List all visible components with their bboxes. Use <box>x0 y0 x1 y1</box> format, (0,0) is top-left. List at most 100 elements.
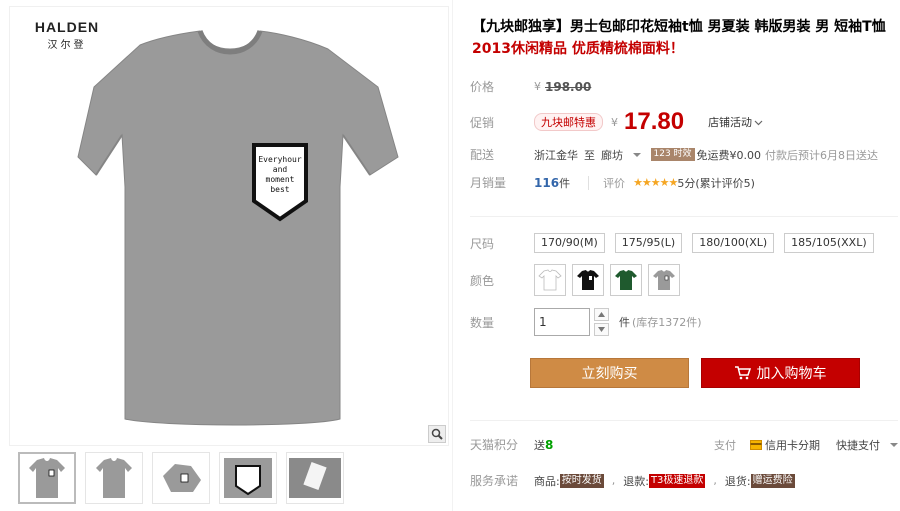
caret-down-icon <box>632 152 641 157</box>
tshirt-image: Everyhour and moment best <box>77 29 399 426</box>
store-activity-label: 店铺活动 <box>708 116 753 129</box>
shipping-label: 配送 <box>470 148 495 162</box>
service-refund-label: 退款: <box>623 474 649 488</box>
ship-to: 廊坊 <box>601 148 623 162</box>
service-separator: , <box>611 474 616 487</box>
currency-symbol: ¥ <box>534 80 541 93</box>
thumbnail-2[interactable] <box>85 452 143 504</box>
rating-label: 评价 <box>603 176 626 190</box>
ship-from: 浙江金华 <box>534 148 578 162</box>
promo-label: 促销 <box>470 115 495 130</box>
size-row: 尺码 170/90(M) 175/95(L) 180/100(XL) 185/1… <box>470 233 884 253</box>
main-product-image[interactable]: HALDEN 汉尔登 Everyhour and moment best <box>9 6 449 446</box>
color-option-black[interactable] <box>572 264 604 296</box>
service-row: 服务承诺 商品: 按时发货 , 退款: T3极速退款 , 退货: 赠运费险 <box>470 472 795 489</box>
original-price: 198.00 <box>545 79 592 94</box>
svg-text:Everyhour: Everyhour <box>258 155 302 164</box>
divider <box>588 175 590 190</box>
thumbnail-strip <box>9 452 449 511</box>
promo-tag: 九块邮特惠 <box>534 113 603 131</box>
product-gallery: HALDEN 汉尔登 Everyhour and moment best <box>0 0 452 511</box>
buy-now-label: 立刻购买 <box>581 366 638 382</box>
brand-logo: HALDEN 汉尔登 <box>22 19 112 51</box>
current-price: 17.80 <box>624 108 685 135</box>
size-option[interactable]: 175/95(L) <box>614 233 683 253</box>
shipping-row: 配送 浙江金华 至 廊坊 123 时效 免运费¥0.00 付款后预计6月8日送达 <box>470 146 878 163</box>
color-option-gray[interactable] <box>648 264 680 296</box>
product-subtitle: 2013休闲精品 优质精梳棉面料！ <box>472 41 684 57</box>
chevron-down-icon <box>754 120 763 125</box>
panel-divider <box>452 0 453 511</box>
delivery-time-badge: 123 时效 <box>650 148 695 161</box>
thumbnail-4[interactable] <box>219 452 277 504</box>
brand-name-en: HALDEN <box>34 19 100 35</box>
quantity-stepper <box>594 308 609 336</box>
ship-to-word: 至 <box>584 148 595 162</box>
color-label: 颜色 <box>470 273 495 288</box>
quantity-decrease-button[interactable] <box>594 323 609 336</box>
size-option[interactable]: 170/90(M) <box>534 233 605 253</box>
svg-text:moment: moment <box>266 175 295 184</box>
service-goods-tag[interactable]: 按时发货 <box>559 473 604 488</box>
color-option-green[interactable] <box>610 264 642 296</box>
service-return-tag[interactable]: 赠运费险 <box>750 473 795 488</box>
quantity-row: 数量 1 件 (库存1372件) <box>470 308 702 336</box>
service-goods-label: 商品: <box>534 474 560 488</box>
delivery-note: 付款后预计6月8日送达 <box>765 148 879 162</box>
credit-card-icon <box>750 439 762 450</box>
brand-name-cn: 汉尔登 <box>47 40 87 51</box>
quantity-increase-button[interactable] <box>594 308 609 321</box>
quantity-input[interactable]: 1 <box>534 308 590 336</box>
ship-to-dropdown[interactable]: 廊坊 <box>601 147 641 163</box>
payment-label: 支付 <box>714 438 736 452</box>
price-label: 价格 <box>470 80 495 94</box>
color-option-white[interactable] <box>534 264 566 296</box>
thumbnail-1[interactable] <box>18 452 76 504</box>
points-send: 送 <box>534 438 545 452</box>
svg-text:and: and <box>273 165 288 174</box>
zoom-icon[interactable] <box>428 425 446 443</box>
quick-pay-link[interactable]: 快捷支付 <box>836 437 880 453</box>
divider <box>470 216 898 217</box>
service-separator: , <box>713 474 717 487</box>
sales-row: 月销量 116 件 评价 ★★★★★ 5分(累计评价5) <box>470 174 755 191</box>
divider <box>470 420 898 421</box>
color-row: 颜色 <box>470 264 686 296</box>
add-to-cart-label: 加入购物车 <box>756 366 827 382</box>
chevron-up-icon <box>598 312 605 317</box>
points-payment-row: 天猫积分 送 8 支付 信用卡分期 快捷支付 <box>470 436 898 453</box>
currency-symbol-promo: ¥ <box>611 115 618 129</box>
product-title: 【九块邮独享】男士包邮印花短袖t恤 男夏装 韩版男装 男 短袖T恤 <box>472 19 886 35</box>
svg-text:best: best <box>270 185 289 194</box>
caret-down-icon[interactable] <box>890 441 898 449</box>
rating-stars: ★★★★★ <box>633 176 678 189</box>
thumbnail-3[interactable] <box>152 452 210 504</box>
quantity-unit: 件 <box>619 316 630 329</box>
shipping-fee: 免运费¥0.00 <box>696 148 762 162</box>
thumbnail-5[interactable] <box>286 452 344 504</box>
price-box: 价格 ¥ 198.00 促销 九块邮特惠 ¥ 17.80 店铺活动 配送 浙江金… <box>462 70 900 200</box>
credit-installment-link[interactable]: 信用卡分期 <box>765 437 820 453</box>
monthly-sales-label: 月销量 <box>470 176 507 190</box>
rating-link[interactable]: 5分(累计评价5) <box>677 175 755 191</box>
points-value: 8 <box>545 437 554 452</box>
service-label: 服务承诺 <box>470 474 519 488</box>
cart-icon <box>734 366 751 380</box>
add-to-cart-button[interactable]: 加入购物车 <box>701 358 860 388</box>
promo-row: 促销 九块邮特惠 ¥ 17.80 店铺活动 <box>470 108 763 136</box>
price-row: 价格 ¥ 198.00 <box>470 78 591 95</box>
monthly-sales-unit: 件 <box>559 176 571 190</box>
size-label: 尺码 <box>470 236 495 251</box>
quantity-label: 数量 <box>470 315 495 330</box>
size-option[interactable]: 185/105(XXL) <box>784 233 874 253</box>
product-info-panel: 【九块邮独享】男士包邮印花短袖t恤 男夏装 韩版男装 男 短袖T恤 2013休闲… <box>462 0 900 511</box>
points-label: 天猫积分 <box>470 438 519 452</box>
buy-now-button[interactable]: 立刻购买 <box>530 358 689 388</box>
store-activity-dropdown[interactable]: 店铺活动 <box>708 114 763 130</box>
service-refund-tag[interactable]: T3极速退款 <box>648 473 706 488</box>
stock-info: (库存1372件) <box>632 316 702 329</box>
chevron-down-icon <box>598 327 605 332</box>
monthly-sales-count: 116 <box>534 175 560 190</box>
service-return-label: 退货: <box>724 474 751 488</box>
size-option[interactable]: 180/100(XL) <box>692 233 775 253</box>
